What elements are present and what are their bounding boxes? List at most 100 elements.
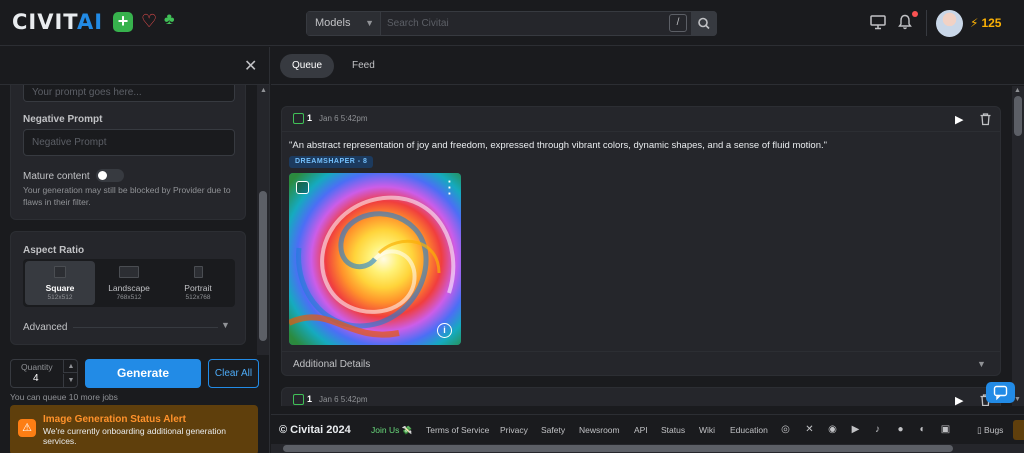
image-select-checkbox[interactable] bbox=[296, 181, 309, 194]
footer-link-education[interactable]: Education bbox=[730, 425, 768, 435]
search-input[interactable] bbox=[387, 12, 667, 35]
notification-dot bbox=[912, 11, 918, 17]
decrement-button[interactable]: ▼ bbox=[63, 374, 78, 387]
aspect-option-label: Portrait bbox=[184, 283, 212, 293]
create-button[interactable]: + bbox=[113, 12, 133, 32]
scrollbar-thumb[interactable] bbox=[283, 445, 953, 452]
advanced-toggle[interactable]: Advanced bbox=[23, 322, 67, 333]
mature-content-toggle[interactable] bbox=[96, 169, 124, 182]
search-button[interactable] bbox=[691, 11, 717, 36]
job-header: 1 Jan 6 5:42pm ▶ bbox=[282, 388, 1000, 406]
github-icon[interactable]: ◐ bbox=[916, 423, 929, 436]
x-icon[interactable]: ✕ bbox=[803, 423, 816, 436]
tab-feed[interactable]: Feed bbox=[340, 54, 387, 78]
footer-link-api[interactable]: API bbox=[634, 425, 648, 435]
image-icon bbox=[293, 394, 304, 405]
bugs-link[interactable]: ▯ Bugs bbox=[977, 425, 1003, 436]
aspect-option-label: Square bbox=[45, 283, 75, 293]
footer-link-wiki[interactable]: Wiki bbox=[699, 425, 715, 435]
bell-icon[interactable] bbox=[898, 14, 912, 30]
twitch-icon[interactable]: ▣ bbox=[939, 423, 952, 436]
queue-note: You can queue 10 more jobs bbox=[10, 392, 118, 402]
lightbulb-icon[interactable] bbox=[1013, 420, 1024, 440]
additional-details-toggle[interactable]: Additional Details ▼ bbox=[282, 351, 1000, 376]
more-options-icon[interactable]: · · · bbox=[448, 175, 452, 200]
aspect-ratio-label: Aspect Ratio bbox=[23, 245, 85, 256]
reddit-icon[interactable]: ● bbox=[894, 423, 907, 436]
increment-button[interactable]: ▲ bbox=[63, 360, 78, 373]
buzz-balance[interactable]: ⚡ 125 bbox=[970, 16, 1001, 30]
prompt-input[interactable]: Your prompt goes here... bbox=[23, 85, 235, 102]
play-icon[interactable]: ▶ bbox=[955, 113, 963, 126]
chevron-down-icon: ▼ bbox=[977, 359, 986, 369]
chat-button[interactable] bbox=[986, 382, 1015, 403]
generation-panel: ✕ Your prompt goes here... Negative Prom… bbox=[0, 47, 270, 453]
job-card: 1 Jan 6 5:42pm ▶ bbox=[281, 387, 1001, 406]
aspect-option-dims: 768x512 bbox=[116, 294, 142, 301]
generated-image[interactable]: · · · i bbox=[289, 173, 461, 345]
aspect-option-dims: 512x512 bbox=[47, 294, 73, 301]
play-icon[interactable]: ▶ bbox=[955, 394, 963, 406]
footer-link-newsroom[interactable]: Newsroom bbox=[579, 425, 620, 435]
footer-link-terms[interactable]: Terms of Service bbox=[426, 425, 489, 435]
tiktok-icon[interactable]: ♪ bbox=[871, 423, 884, 436]
main-area: Queue Feed 1 Jan 6 5:42pm ▶ "An abstract… bbox=[271, 47, 1024, 453]
info-icon[interactable]: i bbox=[437, 323, 452, 338]
tabs: Queue Feed bbox=[271, 47, 1024, 85]
quantity-value[interactable]: 4 bbox=[33, 373, 39, 384]
tab-queue[interactable]: Queue bbox=[280, 54, 335, 78]
job-header: 1 Jan 6 5:42pm ▶ bbox=[282, 107, 1000, 132]
scroll-up-arrow[interactable]: ▲ bbox=[260, 87, 267, 94]
footer-link-join-us[interactable]: Join Us 💸 bbox=[371, 425, 412, 436]
abstract-swirl-image bbox=[289, 173, 461, 345]
scroll-down-arrow[interactable]: ▼ bbox=[1014, 396, 1021, 403]
clear-all-button[interactable]: Clear All bbox=[208, 359, 259, 388]
queue-list: 1 Jan 6 5:42pm ▶ "An abstract representa… bbox=[271, 86, 1011, 406]
tree-icon[interactable]: ♣ bbox=[164, 11, 175, 29]
negative-prompt-input[interactable]: Negative Prompt bbox=[23, 129, 235, 156]
quantity-label: Quantity bbox=[21, 362, 53, 372]
close-icon[interactable]: ✕ bbox=[244, 56, 257, 76]
search-icon bbox=[698, 17, 710, 30]
search-bar: Models ▼ bbox=[306, 11, 717, 36]
quantity-stepper[interactable]: Quantity 4 ▲ ▼ bbox=[10, 359, 78, 388]
scrollbar-thumb[interactable] bbox=[259, 191, 267, 341]
heart-icon[interactable]: ♡ bbox=[141, 11, 157, 32]
footer: © Civitai 2024 Join Us 💸 Terms of Servic… bbox=[271, 414, 1024, 444]
civitai-logo[interactable]: CIVITAI bbox=[12, 10, 103, 34]
image-count: 1 bbox=[307, 113, 313, 123]
youtube-icon[interactable]: ▶ bbox=[849, 423, 862, 436]
panel-header: ✕ bbox=[0, 47, 269, 85]
aspect-option-landscape[interactable]: Landscape 768x512 bbox=[94, 261, 164, 305]
search-category-select[interactable]: Models ▼ bbox=[307, 12, 381, 35]
prompt-card: Your prompt goes here... Negative Prompt… bbox=[10, 85, 246, 220]
chevron-down-icon[interactable]: ▼ bbox=[221, 320, 230, 330]
aspect-option-square[interactable]: Square 512x512 bbox=[25, 261, 95, 305]
lightning-icon: ⚡ bbox=[970, 16, 979, 30]
status-alert: ⚠ Image Generation Status Alert We're cu… bbox=[10, 405, 258, 453]
generate-button[interactable]: Generate bbox=[85, 359, 201, 388]
alert-title: Image Generation Status Alert bbox=[43, 414, 186, 425]
avatar[interactable] bbox=[936, 10, 963, 37]
scrollbar-thumb[interactable] bbox=[1014, 96, 1022, 136]
image-count: 1 bbox=[307, 394, 313, 404]
portrait-shape-icon bbox=[193, 266, 203, 278]
footer-link-status[interactable]: Status bbox=[661, 425, 685, 435]
job-card: 1 Jan 6 5:42pm ▶ "An abstract representa… bbox=[281, 106, 1001, 376]
warning-icon: ⚠ bbox=[18, 419, 36, 437]
footer-link-safety[interactable]: Safety bbox=[541, 425, 565, 435]
trash-icon[interactable] bbox=[979, 112, 992, 126]
scroll-up-arrow[interactable]: ▲ bbox=[1014, 87, 1021, 94]
footer-link-privacy[interactable]: Privacy bbox=[500, 425, 528, 435]
additional-details-label: Additional Details bbox=[293, 359, 371, 370]
aspect-option-portrait[interactable]: Portrait 512x768 bbox=[163, 261, 233, 305]
mature-content-note: Your generation may still be blocked by … bbox=[23, 185, 231, 207]
job-prompt: "An abstract representation of joy and f… bbox=[289, 140, 827, 151]
search-shortcut-key: / bbox=[669, 14, 687, 32]
discord-icon[interactable]: ◎ bbox=[779, 423, 792, 436]
job-timestamp: Jan 6 5:42pm bbox=[319, 395, 368, 404]
divider bbox=[73, 327, 218, 328]
instagram-icon[interactable]: ◉ bbox=[826, 423, 839, 436]
monitor-icon[interactable] bbox=[870, 15, 886, 30]
model-badge[interactable]: DREAMSHAPER - 8 bbox=[289, 156, 374, 168]
